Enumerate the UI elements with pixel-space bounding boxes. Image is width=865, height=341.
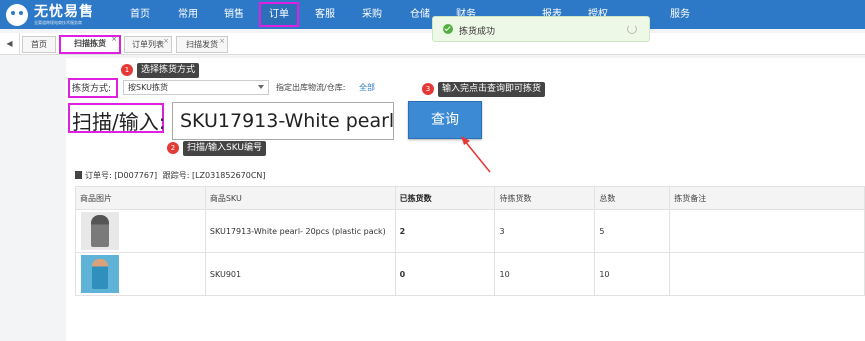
tab-order-list[interactable]: 订单列表 × [124, 36, 172, 53]
tab-home-label: 首页 [31, 40, 47, 49]
octopus-logo-icon [6, 3, 28, 26]
scan-sku-input[interactable]: SKU17913-White pearl- 20pcs (plastic pac… [172, 102, 394, 140]
pick-table: 商品图片 商品SKU 已拣货数 待拣货数 总数 拣货备注 SKU17913-Wh… [75, 186, 865, 296]
tab-scan-pick[interactable]: 扫描拣货 × [59, 35, 121, 54]
warehouse-label: 指定出库物流/仓库: [276, 83, 346, 92]
order-info: 订单号: [D007767] 跟踪号: [LZ031852670CN] [75, 170, 266, 181]
document-icon [75, 171, 82, 179]
pick-method-value: 按SKU拣货 [128, 83, 168, 92]
tab-order-list-label: 订单列表 [132, 40, 164, 49]
col-total: 总数 [594, 186, 671, 210]
cell-total: 5 [594, 209, 671, 253]
product-image[interactable] [81, 212, 119, 250]
tab-scan-ship-label: 扫描发货 [186, 40, 218, 49]
step-badge-3: 3 [422, 83, 434, 95]
table-row: SKU17913-White pearl- 20pcs (plastic pac… [75, 209, 865, 253]
success-toast: 拣货成功 [432, 16, 650, 42]
warehouse-link[interactable]: 全部 [359, 82, 375, 93]
close-icon[interactable]: × [111, 33, 117, 46]
scan-label: 扫描/输入: [72, 110, 166, 134]
query-button[interactable]: 查询 [408, 101, 482, 139]
chevron-down-icon [258, 85, 264, 89]
nav-item-common[interactable]: 常用 [168, 0, 208, 29]
table-header-row: 商品图片 商品SKU 已拣货数 待拣货数 总数 拣货备注 [75, 186, 865, 210]
product-image[interactable] [81, 255, 119, 293]
tip-select-method: 选择拣货方式 [137, 63, 200, 78]
nav-item-home[interactable]: 首页 [120, 0, 160, 29]
cell-picked: 2 [394, 209, 496, 253]
table-row: SKU901 0 10 10 [75, 252, 865, 296]
tracking-number: 跟踪号: [LZ031852670CN] [162, 171, 266, 180]
tip-scan-sku: 扫描/输入SKU编号 [183, 141, 266, 156]
cell-note[interactable] [669, 209, 865, 253]
col-picked: 已拣货数 [394, 186, 496, 210]
nav-item-sales[interactable]: 销售 [214, 0, 254, 29]
step-badge-2: 2 [167, 142, 179, 154]
cell-sku: SKU17913-White pearl- 20pcs (plastic pac… [204, 209, 396, 253]
logo-tagline: 全渠道跨境电商技术服务商 [34, 19, 82, 25]
col-pending: 待拣货数 [494, 186, 596, 210]
col-note: 拣货备注 [669, 186, 865, 210]
tip-click-query: 输入完点击查询即可拣货 [438, 82, 546, 97]
tab-scroll-left-icon[interactable]: ◀ [0, 33, 20, 55]
step-badge-1: 1 [121, 64, 133, 76]
nav-item-purchase[interactable]: 采购 [352, 0, 392, 29]
tab-scan-ship[interactable]: 扫描发货 × [176, 36, 228, 53]
cell-note[interactable] [669, 252, 865, 296]
cell-picked: 0 [394, 252, 496, 296]
nav-item-orders[interactable]: 订单 [259, 2, 299, 27]
col-image: 商品图片 [75, 186, 206, 210]
col-sku: 商品SKU [204, 186, 396, 210]
pick-method-select[interactable]: 按SKU拣货 [123, 80, 269, 95]
cell-pending: 10 [494, 252, 596, 296]
order-number: 订单号: [D007767] [85, 171, 158, 180]
tab-scan-pick-label: 扫描拣货 [74, 39, 106, 48]
check-circle-icon [443, 24, 453, 34]
logo[interactable]: 无忧易售 全渠道跨境电商技术服务商 [6, 2, 94, 27]
close-icon[interactable]: × [163, 33, 169, 49]
pick-method-label: 拣货方式: [72, 84, 112, 94]
loading-spinner-icon [627, 24, 637, 34]
cell-pending: 3 [494, 209, 596, 253]
nav-item-service[interactable]: 客服 [305, 0, 345, 29]
nav-item-services[interactable]: 服务 [660, 0, 700, 29]
tab-home[interactable]: 首页 [22, 36, 56, 53]
close-icon[interactable]: × [219, 33, 225, 49]
cell-sku: SKU901 [204, 252, 396, 296]
cell-total: 10 [594, 252, 671, 296]
toast-message: 拣货成功 [459, 27, 496, 37]
logo-name: 无忧易售 [34, 3, 94, 20]
